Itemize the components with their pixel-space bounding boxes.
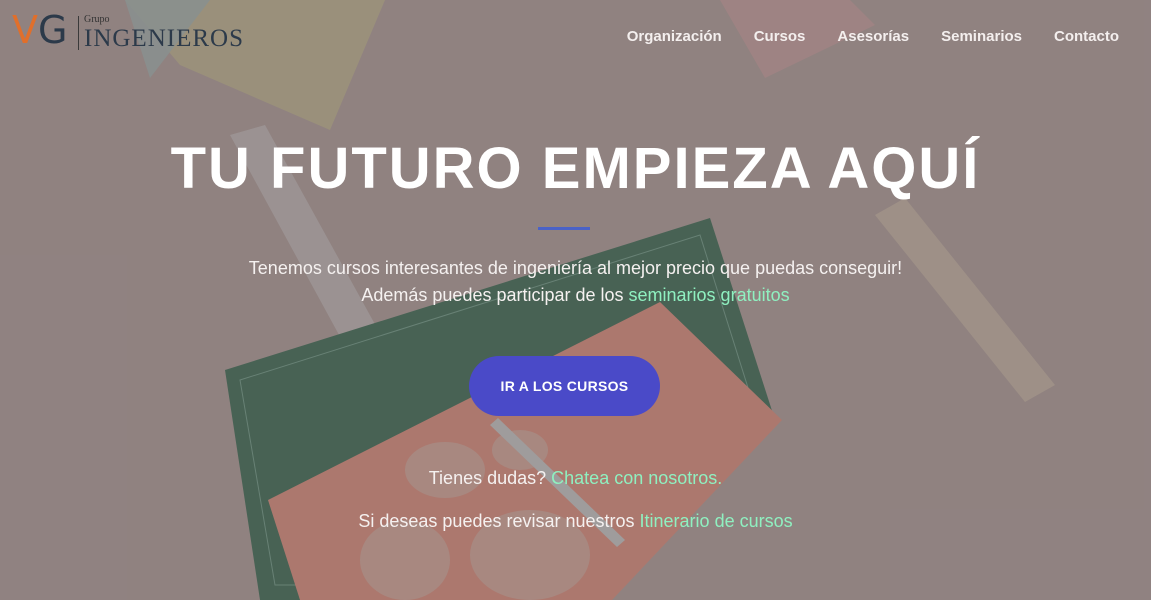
logo-title: INGENIEROS — [84, 25, 244, 52]
nav-item-contacto[interactable]: Contacto — [1054, 28, 1119, 45]
hero-title: TU FUTURO EMPIEZA AQUÍ — [170, 136, 981, 201]
nav-item-asesorias[interactable]: Asesorías — [837, 28, 909, 45]
seminarios-link[interactable]: seminarios gratuitos — [629, 285, 790, 305]
help-text: Tienes dudas? — [428, 468, 552, 488]
itinerary-link[interactable]: Itinerario de cursos — [640, 511, 793, 531]
hero-description-line1: Tenemos cursos interesantes de ingenierí… — [248, 258, 903, 278]
nav-item-cursos[interactable]: Cursos — [754, 28, 806, 45]
nav-item-organizacion[interactable]: Organización — [627, 28, 722, 45]
itinerary-line: Si deseas puedes revisar nuestros Itiner… — [0, 511, 1151, 532]
help-line: Tienes dudas? Chatea con nosotros. — [0, 468, 1151, 489]
logo-mark-g: G — [38, 8, 68, 52]
line2-text: Además puedes participar de los — [361, 285, 629, 305]
nav-item-seminarios[interactable]: Seminarios — [941, 28, 1022, 45]
hero-description-line2: Además puedes participar de los seminari… — [0, 285, 1151, 306]
logo-divider — [78, 16, 79, 50]
logo-subtitle: Grupo — [84, 14, 110, 25]
logo-mark-v: V — [12, 8, 38, 52]
title-divider — [538, 227, 590, 230]
courses-cta-button[interactable]: IR A LOS CURSOS — [469, 356, 660, 416]
main-nav: Organización Cursos Asesorías Seminarios… — [627, 28, 1119, 45]
chat-link[interactable]: Chatea con nosotros. — [551, 468, 722, 488]
brand-logo[interactable]: V G Grupo INGENIEROS — [12, 8, 252, 56]
itinerary-text: Si deseas puedes revisar nuestros — [358, 511, 640, 531]
